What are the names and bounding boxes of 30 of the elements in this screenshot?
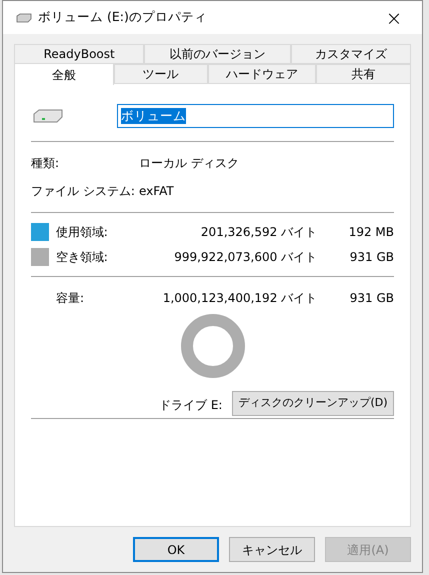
- donut-drawing: [180, 313, 246, 379]
- tab[interactable]: 全般: [14, 63, 114, 85]
- tab[interactable]: ツール: [114, 64, 208, 84]
- dialog-button[interactable]: OK: [133, 537, 219, 562]
- capacity-label: 容量:: [56, 290, 86, 307]
- field-value: exFAT: [139, 183, 174, 200]
- field-label: ファイル システム:: [31, 183, 136, 200]
- dialog-button[interactable]: キャンセル: [229, 537, 315, 562]
- usage-bytes: 201,326,592 バイト: [200, 224, 318, 241]
- disk-cleanup-button[interactable]: ディスクのクリーンアップ(D): [232, 391, 394, 416]
- usage-size: 931 GB: [348, 249, 394, 266]
- capacity-size: 931 GB: [348, 290, 394, 307]
- tab[interactable]: 共有: [316, 64, 411, 84]
- field-value: ローカル ディスク: [139, 155, 239, 172]
- usage-label: 使用領域:: [56, 224, 109, 241]
- close-button[interactable]: ×: [379, 8, 409, 28]
- name-field[interactable]: ボリューム: [117, 104, 394, 128]
- tab[interactable]: ReadyBoost: [14, 44, 144, 64]
- field-label: 種類:: [31, 155, 60, 172]
- tab[interactable]: カスタマイズ: [290, 44, 411, 64]
- tab[interactable]: ハードウェア: [208, 64, 316, 84]
- usage-size: 192 MB: [348, 224, 394, 241]
- capacity-bytes: 1,000,123,400,192 バイト: [162, 290, 318, 307]
- drive-icon: [33, 109, 63, 123]
- usage-bytes: 999,922,073,600 バイト: [173, 249, 318, 266]
- tab[interactable]: 以前のバージョン: [144, 44, 291, 64]
- window-title: ボリューム (E:)のプロパティ: [38, 8, 208, 26]
- drive-label: ドライブ E:: [159, 397, 222, 414]
- usage-label: 空き領域:: [56, 249, 109, 266]
- drive-icon: [16, 12, 32, 22]
